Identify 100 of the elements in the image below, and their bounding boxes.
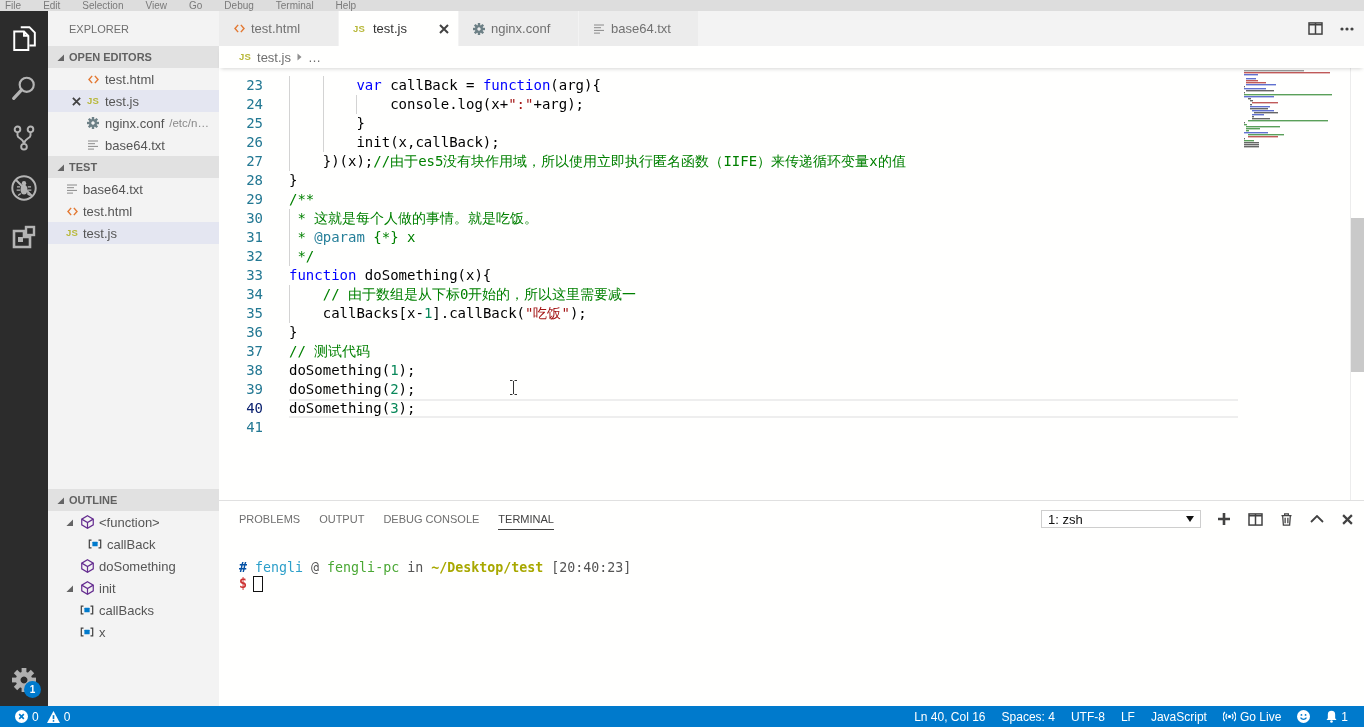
explorer-item[interactable]: base64.txt [48,178,219,200]
outline-item[interactable]: callBack [48,533,219,555]
line-number: 36 [245,322,263,342]
close-icon[interactable] [1342,513,1353,525]
line-number: 26 [245,132,263,152]
code-line: // 由于数组是从下标0开始的，所以这里需要减一 [322,284,637,304]
panel-tab[interactable]: DEBUG CONSOLE [383,508,480,530]
line-number: 29 [245,189,263,209]
outline-item[interactable]: x [48,621,219,643]
two-columns-icon[interactable] [1248,512,1263,526]
explorer-item[interactable]: nginx.conf /etc/n… [48,112,219,134]
notifications-button[interactable]: 1 [1318,706,1356,727]
status-item[interactable]: Ln 40, Col 16 [906,706,994,727]
code-line: function doSomething(x){ [289,265,492,285]
status-item[interactable]: LF [1112,706,1143,727]
status-item[interactable]: Spaces: 4 [993,706,1063,727]
line-number: 39 [245,379,263,399]
search-icon[interactable] [11,75,37,101]
menu-item[interactable]: Debug [224,0,254,11]
gear-icon [87,117,99,129]
plus-icon[interactable] [1218,513,1230,525]
cube-icon [80,515,94,529]
blocks-icon[interactable] [12,225,36,249]
sidebar-title: EXPLORER [69,22,129,35]
warning-icon [46,710,60,723]
code-line: */ [297,246,315,266]
triangle-icon[interactable] [57,163,64,171]
editor-tab[interactable]: JS test.js [339,11,459,46]
triangle-icon[interactable] [66,518,73,526]
panel-tab[interactable]: OUTPUT [319,508,365,530]
line-number: 28 [245,170,263,190]
more-icon[interactable] [1340,26,1354,31]
code-line: console.log(x+":"+arg); [390,94,585,114]
close-icon[interactable] [71,96,81,106]
triangle-icon[interactable] [57,496,64,504]
smiley-icon[interactable] [1297,710,1311,723]
terminal-select[interactable]: 1: zsh [1041,510,1201,528]
explorer-item[interactable]: JS test.js [48,222,219,244]
explorer-item[interactable]: test.html [48,200,219,222]
editor-tab[interactable]: base64.txt [579,11,699,46]
code-line: doSomething(2); [289,379,416,399]
section-header[interactable]: OUTLINE [48,489,219,511]
outline-item[interactable]: init [48,577,219,599]
menu-item[interactable]: Terminal [275,0,314,11]
explorer-item[interactable]: test.html [48,68,219,90]
file-type-label: JS [353,23,365,34]
scrollbar-thumb[interactable] [1351,218,1364,372]
line-number: 31 [245,227,263,247]
line-number: 24 [245,94,263,114]
menu-item[interactable]: Selection [82,0,124,11]
terminal-line: $ [239,576,247,592]
menu-item[interactable]: Help [335,0,357,11]
status-item[interactable]: JavaScript [1142,706,1215,727]
panel-tab[interactable]: TERMINAL [498,508,554,530]
caret-icon [1186,516,1194,522]
section-header[interactable]: TEST [48,156,219,178]
close-icon[interactable] [439,23,449,34]
triangle-icon[interactable] [57,53,64,61]
outline-item[interactable]: <function> [48,511,219,533]
documents-icon[interactable] [11,25,37,51]
bracket-box-icon [88,539,102,549]
outline-item[interactable]: doSomething [48,555,219,577]
editor-tab[interactable]: test.html [219,11,339,46]
notification-badge: 1 [24,681,41,698]
warnings-button[interactable]: 0 [46,706,79,727]
code-line: init(x,callBack); [356,132,500,152]
editor-tab[interactable]: nginx.conf [459,11,579,46]
line-number: 33 [245,265,263,285]
errors-button[interactable]: 0 [7,706,47,727]
line-number: 27 [245,151,263,171]
line-number: 37 [245,341,263,361]
code-line: doSomething(1); [289,360,416,380]
code-brackets-icon [87,74,99,84]
line-number: 32 [245,246,263,266]
chevron-up-icon[interactable] [1310,515,1324,523]
menu-item[interactable]: File [5,0,22,11]
trash-icon[interactable] [1281,512,1292,526]
code-line: } [289,322,298,342]
code-line: var callBack = function(arg){ [356,75,601,95]
menu-item[interactable]: Edit [43,0,61,11]
breadcrumb-item[interactable]: … [308,49,321,65]
branch-icon[interactable] [11,125,37,151]
explorer-item[interactable]: JS test.js [48,90,219,112]
terminal-line: # fengli @ fengli-pc in ~/Desktop/test [20:40:23] [239,560,632,576]
panel-tab[interactable]: PROBLEMS [239,508,301,530]
outline-item[interactable]: callBacks [48,599,219,621]
text-lines-icon [88,140,98,150]
go-live-button[interactable]: Go Live [1214,706,1290,727]
section-header[interactable]: OPEN EDITORS [48,46,219,68]
code-line: })(x);//由于es5没有块作用域，所以使用立即执行匿名函数（IIFE）来传递循环变量x的值 [322,151,906,171]
triangle-icon[interactable] [66,584,73,592]
menu-item[interactable]: Go [189,0,203,11]
explorer-item[interactable]: base64.txt [48,134,219,156]
menu-item[interactable]: View [145,0,167,11]
bracket-box-icon [80,605,94,615]
crossed-bug-icon[interactable] [11,175,37,201]
code-line: * 这就是每个人做的事情。就是吃饭。 [297,208,539,228]
status-item[interactable]: UTF-8 [1062,706,1113,727]
two-columns-icon[interactable] [1308,22,1323,35]
breadcrumb-item[interactable]: test.js [257,49,291,65]
